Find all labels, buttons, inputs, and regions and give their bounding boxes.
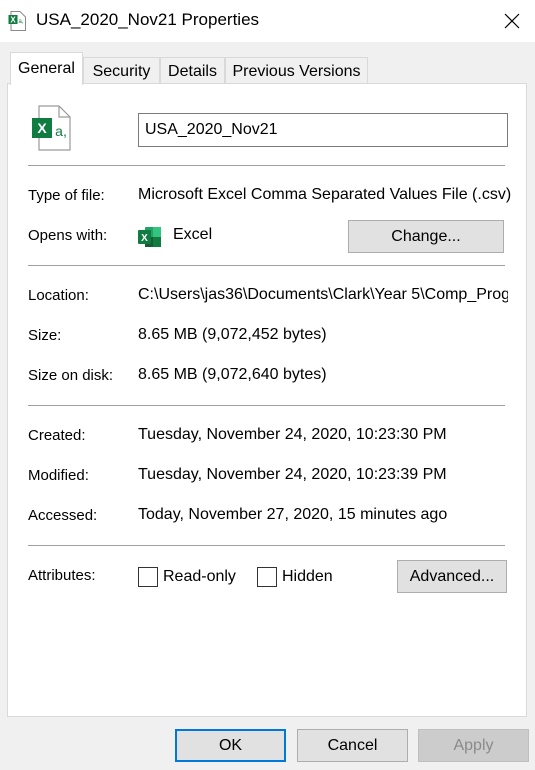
svg-text:X: X <box>141 233 148 244</box>
svg-text:a,: a, <box>18 19 23 25</box>
type-of-file-value: Microsoft Excel Comma Separated Values F… <box>138 186 512 203</box>
hidden-checkbox[interactable] <box>257 567 277 587</box>
tab-security[interactable]: Security <box>83 57 160 85</box>
size-on-disk-label: Size on disk: <box>28 367 114 384</box>
modified-value: Tuesday, November 24, 2020, 10:23:39 PM <box>138 466 447 483</box>
tab-general[interactable]: General <box>10 52 83 85</box>
general-panel: X a, Type of file: Microsoft Excel Comma… <box>7 83 527 717</box>
modified-label: Modified: <box>28 467 89 484</box>
svg-text:X: X <box>10 16 16 25</box>
created-label: Created: <box>28 427 86 444</box>
opens-with-value: Excel <box>173 226 213 243</box>
svg-text:X: X <box>37 120 47 136</box>
separator <box>28 265 505 266</box>
size-label: Size: <box>28 327 62 344</box>
apply-button[interactable]: Apply <box>418 729 529 762</box>
attributes-label: Attributes: <box>28 567 96 584</box>
tab-previous-versions[interactable]: Previous Versions <box>225 57 368 85</box>
ok-button[interactable]: OK <box>175 729 286 762</box>
file-name-input[interactable] <box>138 113 508 147</box>
opens-with-label: Opens with: <box>28 227 108 244</box>
close-icon <box>504 13 520 29</box>
separator <box>28 165 505 166</box>
excel-csv-icon: X a, <box>8 11 26 31</box>
advanced-button[interactable]: Advanced... <box>397 560 507 593</box>
location-value[interactable]: C:\Users\jas36\Documents\Clark\Year 5\Co… <box>138 286 508 304</box>
title-bar: X a, USA_2020_Nov21 Properties <box>0 0 535 42</box>
hidden-label[interactable]: Hidden <box>282 568 333 586</box>
separator <box>28 405 505 406</box>
svg-text:a,: a, <box>55 123 67 139</box>
csv-file-icon: X a, <box>32 105 71 151</box>
tab-details[interactable]: Details <box>160 57 225 85</box>
change-button[interactable]: Change... <box>348 220 504 253</box>
size-value: 8.65 MB (9,072,452 bytes) <box>138 326 327 343</box>
close-button[interactable] <box>489 0 535 42</box>
cancel-button[interactable]: Cancel <box>297 729 408 762</box>
read-only-checkbox[interactable] <box>138 567 158 587</box>
accessed-value: Today, November 27, 2020, 15 minutes ago <box>138 506 448 523</box>
accessed-label: Accessed: <box>28 507 98 524</box>
excel-app-icon: X <box>138 227 161 247</box>
size-on-disk-value: 8.65 MB (9,072,640 bytes) <box>138 366 327 383</box>
separator <box>28 545 505 546</box>
location-label: Location: <box>28 287 89 304</box>
read-only-label[interactable]: Read-only <box>163 568 236 586</box>
window-title: USA_2020_Nov21 Properties <box>36 10 260 29</box>
type-of-file-label: Type of file: <box>28 187 105 204</box>
created-value: Tuesday, November 24, 2020, 10:23:30 PM <box>138 426 447 443</box>
